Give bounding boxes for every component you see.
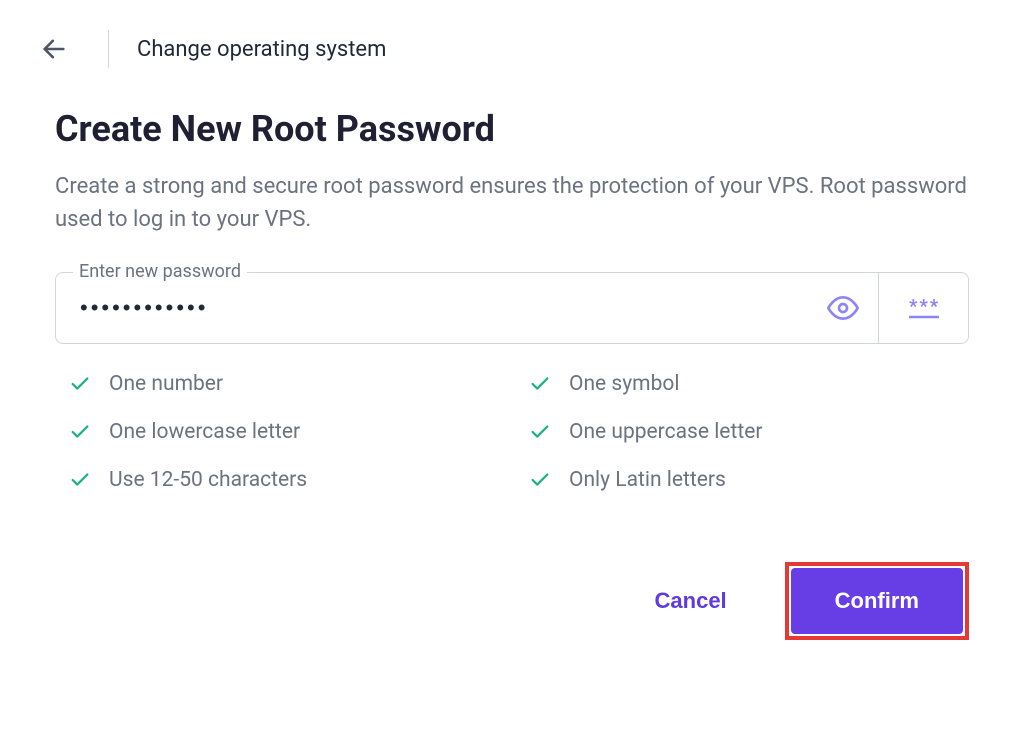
requirement-item: One symbol bbox=[529, 372, 969, 396]
check-icon bbox=[529, 469, 551, 491]
requirement-item: One uppercase letter bbox=[529, 420, 969, 444]
cancel-button[interactable]: Cancel bbox=[647, 576, 735, 626]
password-input[interactable] bbox=[56, 273, 808, 343]
requirement-text: One symbol bbox=[569, 372, 679, 396]
svg-text:***: *** bbox=[909, 296, 940, 317]
requirement-text: One lowercase letter bbox=[109, 420, 300, 444]
asterisks-icon: *** bbox=[904, 294, 944, 322]
arrow-left-icon bbox=[40, 35, 68, 63]
back-button[interactable] bbox=[40, 35, 68, 63]
requirement-item: One number bbox=[69, 372, 509, 396]
requirement-item: One lowercase letter bbox=[69, 420, 509, 444]
generate-password-button[interactable]: *** bbox=[878, 273, 968, 343]
requirement-text: Only Latin letters bbox=[569, 468, 726, 492]
page-description: Create a strong and secure root password… bbox=[55, 170, 969, 236]
actions-bar: Cancel Confirm bbox=[55, 562, 969, 640]
check-icon bbox=[529, 421, 551, 443]
confirm-button-highlight: Confirm bbox=[785, 562, 969, 640]
requirement-item: Use 12-50 characters bbox=[69, 468, 509, 492]
requirement-text: One number bbox=[109, 372, 223, 396]
confirm-button[interactable]: Confirm bbox=[791, 568, 963, 634]
requirement-text: One uppercase letter bbox=[569, 420, 762, 444]
header-title: Change operating system bbox=[137, 37, 386, 62]
toggle-password-visibility-button[interactable] bbox=[808, 273, 878, 343]
requirement-text: Use 12-50 characters bbox=[109, 468, 307, 492]
password-input-label: Enter new password bbox=[73, 261, 247, 282]
check-icon bbox=[69, 421, 91, 443]
header-divider bbox=[108, 30, 109, 68]
check-icon bbox=[69, 469, 91, 491]
eye-icon bbox=[827, 292, 859, 324]
requirement-item: Only Latin letters bbox=[529, 468, 969, 492]
check-icon bbox=[529, 373, 551, 395]
page-title: Create New Root Password bbox=[55, 108, 969, 150]
password-requirements: One number One symbol One lowercase lett… bbox=[55, 372, 969, 492]
password-input-container: Enter new password *** bbox=[55, 272, 969, 344]
check-icon bbox=[69, 373, 91, 395]
